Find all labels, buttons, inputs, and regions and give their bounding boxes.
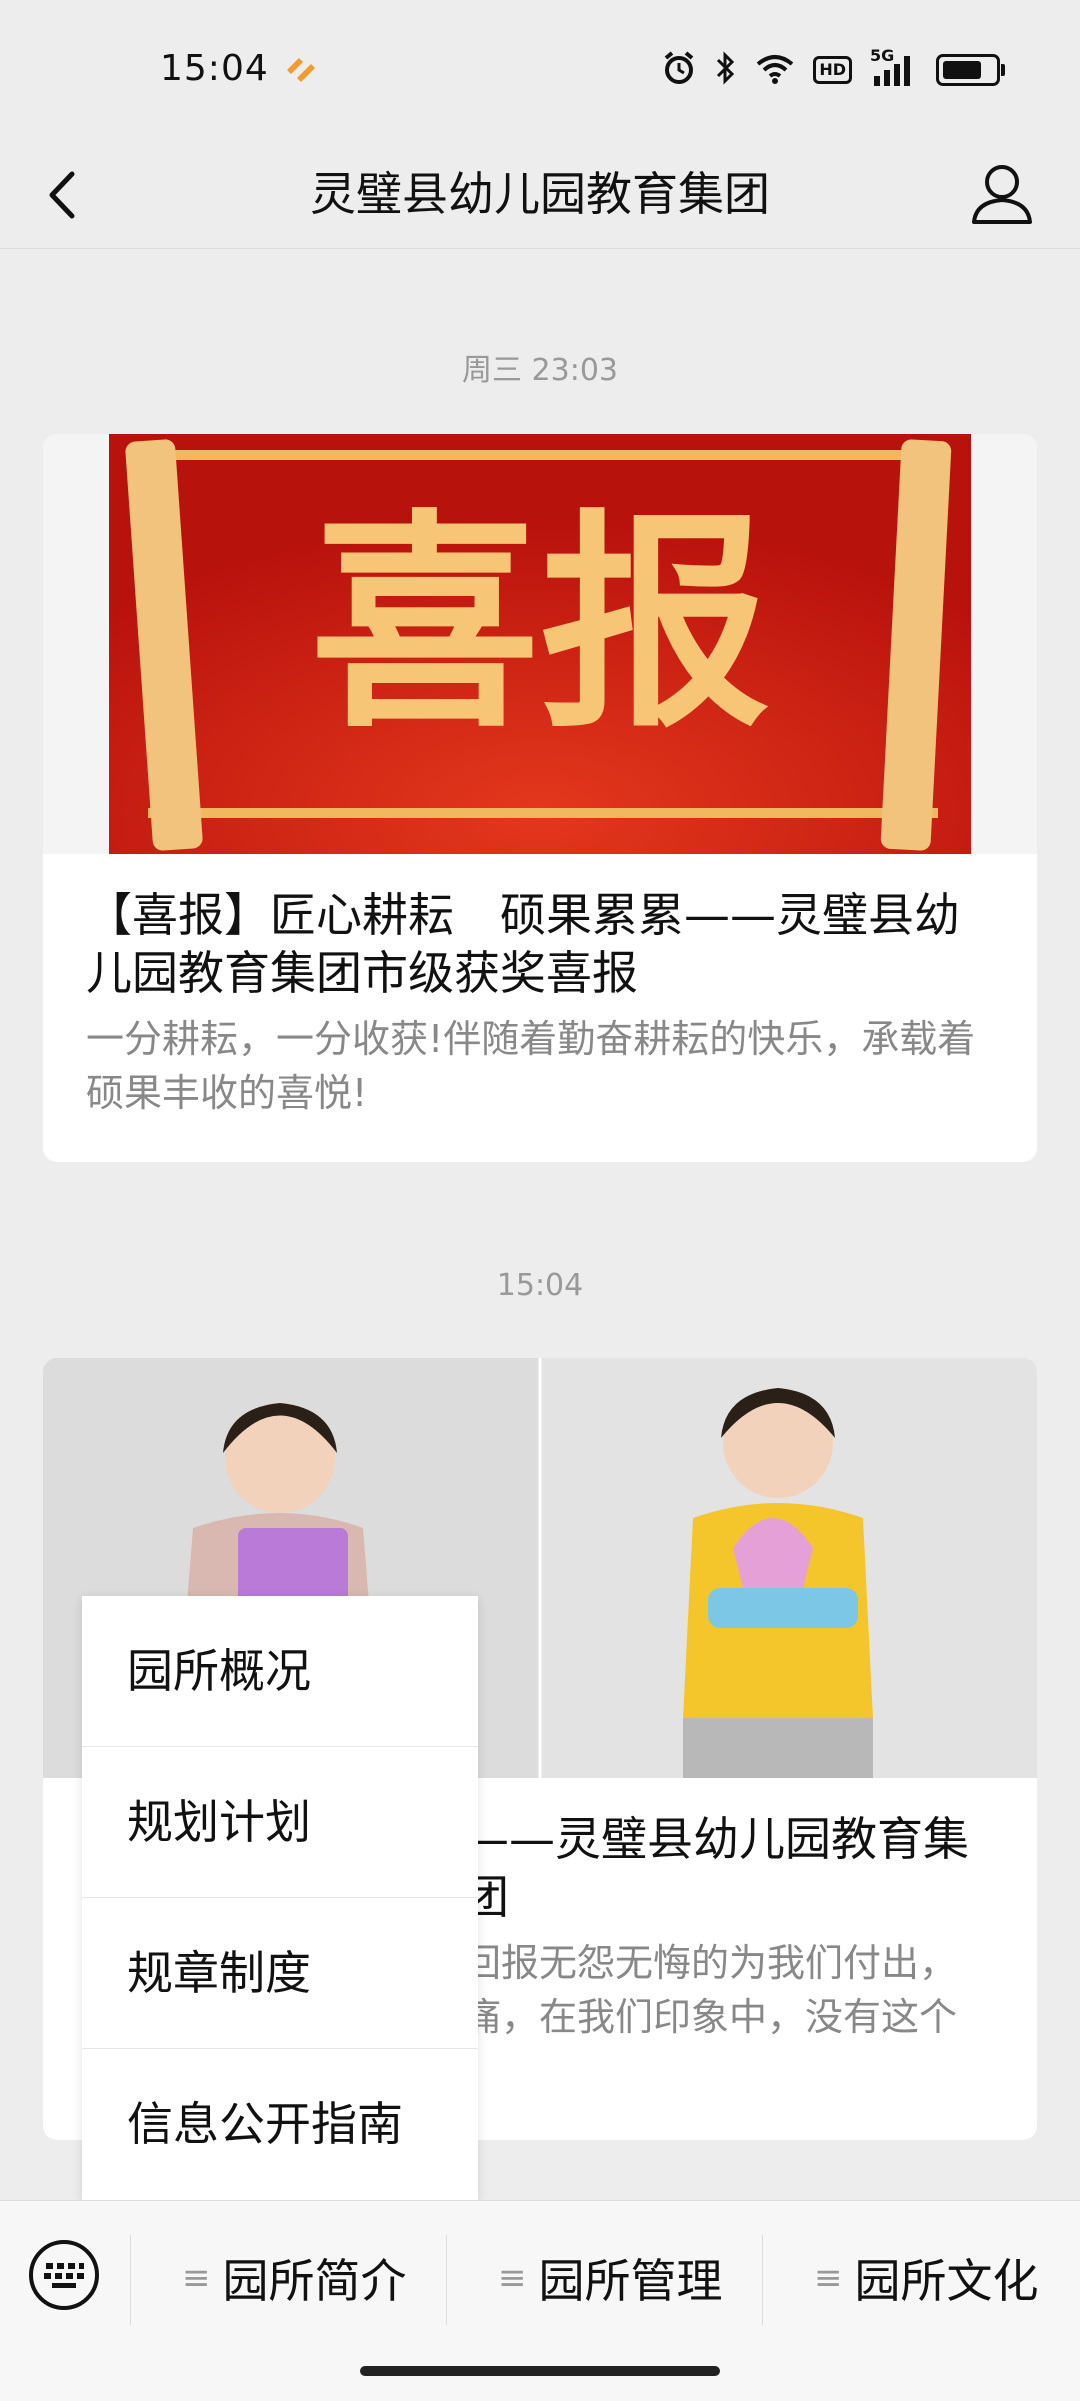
status-icons: HD 5G [661, 46, 1005, 92]
tab-intro[interactable]: ≡ 园所简介 [182, 2243, 407, 2313]
article-title: ——灵璧县幼儿园教育集团 [463, 1812, 969, 1924]
menu-lines-icon: ≡ [498, 2258, 527, 2298]
tab-label: 园所文化 [854, 2254, 1039, 2308]
tab-divider [130, 2235, 131, 2325]
chat-header: 灵璧县幼儿园教育集团 [0, 140, 1080, 249]
status-bar: 15:04 HD 5G [0, 0, 1080, 140]
article-title: 【喜报】匠心耕耘 硕果累累——灵璧县幼儿园教育集团市级获奖喜报 [86, 888, 960, 1000]
tab-divider [446, 2235, 447, 2325]
menu-item-disclosure-guide[interactable]: 信息公开指南 [82, 2049, 478, 2200]
app-notification-icon [287, 58, 315, 82]
article-card[interactable]: 喜报 【喜报】匠心耕耘 硕果累累——灵璧县幼儿园教育集团市级获奖喜报 一分耕耘，… [43, 434, 1037, 1162]
article-description-line1: 回报无怨无悔的为我们付出， [463, 1941, 958, 1985]
page-title: 灵璧县幼儿园教育集团 [310, 167, 770, 221]
article-description: 一分耕耘，一分收获!伴随着勤奋耕耘的快乐，承载着硕果丰收的喜悦! [86, 1017, 976, 1115]
home-indicator[interactable] [360, 2366, 720, 2376]
signal-5g-icon: 5G [870, 46, 918, 88]
tab-culture[interactable]: ≡ 园所文化 [814, 2243, 1039, 2313]
keyboard-icon[interactable] [28, 2239, 100, 2311]
bluetooth-icon [715, 50, 737, 90]
menu-lines-icon: ≡ [182, 2258, 211, 2298]
alarm-icon [661, 50, 697, 90]
menu-item-plans[interactable]: 规划计划 [82, 1747, 478, 1898]
menu-item-regulations[interactable]: 规章制度 [82, 1898, 478, 2049]
tab-management[interactable]: ≡ 园所管理 [498, 2243, 723, 2313]
hd-icon: HD [813, 56, 852, 84]
menu-lines-icon: ≡ [814, 2258, 843, 2298]
tab-divider [762, 2235, 763, 2325]
battery-icon [936, 54, 1005, 86]
menu-item-overview[interactable]: 园所概况 [82, 1596, 478, 1747]
message-timestamp: 15:04 [496, 1268, 584, 1303]
status-time: 15:04 [160, 48, 269, 89]
tab-label: 园所简介 [222, 2254, 407, 2308]
tab-label: 园所管理 [538, 2254, 723, 2308]
wifi-icon [755, 52, 795, 88]
article-cover-image: 喜报 [43, 434, 1037, 854]
submenu-popup: 园所概况 规划计划 规章制度 信息公开指南 [82, 1596, 478, 2201]
article-description-line2: 痛，在我们印象中，没有这个 [463, 1995, 958, 2039]
message-timestamp: 周三 23:03 [462, 353, 618, 388]
banner-text: 喜报 [310, 489, 770, 759]
person-icon[interactable] [962, 154, 1042, 234]
